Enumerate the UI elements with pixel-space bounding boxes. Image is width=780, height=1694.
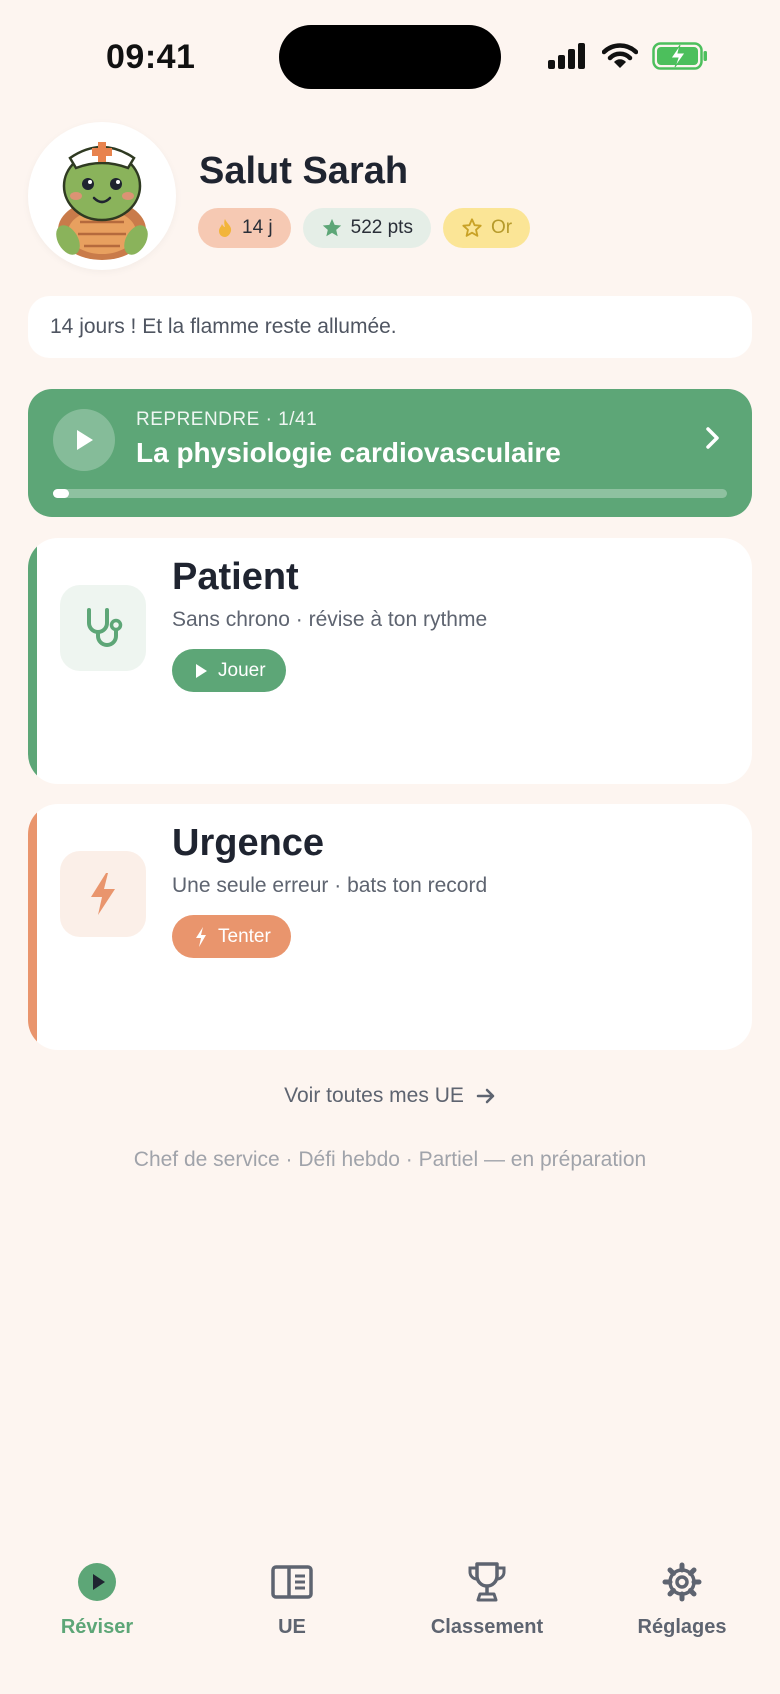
status-time: 09:41 — [106, 38, 196, 76]
status-bar: 09:41 — [0, 0, 780, 110]
patient-accent-bar — [28, 538, 37, 784]
urgence-subtitle: Une seule erreur · bats ton record — [172, 874, 488, 897]
chevron-right-icon — [706, 427, 719, 449]
arrow-right-icon — [476, 1088, 495, 1104]
resume-kicker: REPRENDRE · 1/41 — [136, 409, 318, 430]
see-all-ue-label: Voir toutes mes UE — [284, 1084, 464, 1107]
home-screen: 09:41 Salut Sarah 14 j 522 pts Or 14 jou… — [0, 0, 780, 1694]
stethoscope-icon — [87, 608, 123, 647]
resume-title: La physiologie cardiovasculaire — [136, 437, 561, 468]
level-chip[interactable]: Or — [442, 208, 531, 248]
cellular-signal-icon — [548, 43, 585, 69]
urgence-title: Urgence — [172, 822, 325, 864]
patient-subtitle: Sans chrono · révise à ton rythme — [172, 608, 488, 631]
tab-classement-label: Classement — [430, 1616, 544, 1638]
tab-classement[interactable]: Classement — [407, 1560, 567, 1639]
patient-icon-box — [60, 585, 146, 671]
resume-play-button[interactable] — [53, 409, 115, 471]
tab-reviser-label: Réviser — [60, 1616, 134, 1638]
gear-icon — [662, 1562, 702, 1602]
mode-card-patient[interactable]: Patient Sans chrono · révise à ton rythm… — [28, 538, 752, 784]
trophy-icon — [468, 1562, 506, 1602]
book-icon — [271, 1565, 313, 1599]
streak-message: 14 jours ! Et la flamme reste allumée. — [28, 296, 752, 358]
flame-icon — [219, 219, 232, 237]
turtle-mascot-icon — [56, 142, 148, 260]
urgence-icon-box — [60, 851, 146, 937]
tab-reglages-label: Réglages — [637, 1616, 727, 1638]
avatar-turtle-nurse[interactable] — [28, 122, 176, 270]
level-value: Or — [490, 217, 513, 238]
resume-progress-bar — [53, 489, 727, 498]
wifi-icon — [602, 43, 638, 68]
play-patient-label: Jouer — [218, 659, 266, 681]
mode-card-urgence[interactable]: Urgence Une seule erreur · bats ton reco… — [28, 804, 752, 1050]
resume-card[interactable]: REPRENDRE · 1/41 La physiologie cardiova… — [28, 389, 752, 517]
streak-value: 14 j — [242, 217, 273, 238]
status-icons — [548, 42, 708, 70]
streak-chip[interactable]: 14 j — [198, 208, 291, 248]
try-urgence-label: Tenter — [218, 925, 271, 947]
urgence-accent-bar — [28, 804, 37, 1050]
battery-charging-icon — [652, 42, 707, 70]
play-patient-button[interactable]: Jouer — [172, 649, 286, 692]
points-value: 522 pts — [350, 217, 413, 238]
lightning-icon — [91, 873, 115, 915]
stats-chips: 14 j 522 pts Or — [198, 208, 531, 248]
tab-reglages[interactable]: Réglages — [602, 1560, 762, 1639]
tab-reviser[interactable]: Réviser — [17, 1560, 177, 1639]
greeting-title: Salut Sarah — [199, 150, 409, 192]
play-icon — [196, 663, 207, 678]
points-chip[interactable]: 522 pts — [302, 208, 431, 248]
lightning-icon — [196, 926, 206, 947]
bottom-tab-bar: Réviser UE Classement Réglages — [0, 1540, 780, 1694]
resume-progress-fill — [53, 489, 70, 498]
dynamic-island — [279, 25, 501, 89]
star-outline-icon — [462, 218, 482, 237]
star-filled-icon — [322, 218, 341, 237]
tab-ue[interactable]: UE — [212, 1560, 372, 1639]
tab-ue-label: UE — [278, 1616, 306, 1638]
upcoming-modes-note: Chef de service · Défi hebdo · Partiel —… — [133, 1148, 647, 1171]
try-urgence-button[interactable]: Tenter — [172, 915, 291, 958]
play-circle-icon — [78, 1563, 116, 1601]
patient-title: Patient — [172, 556, 299, 598]
play-icon — [77, 430, 93, 450]
see-all-ue-link[interactable]: Voir toutes mes UE — [0, 1084, 780, 1108]
